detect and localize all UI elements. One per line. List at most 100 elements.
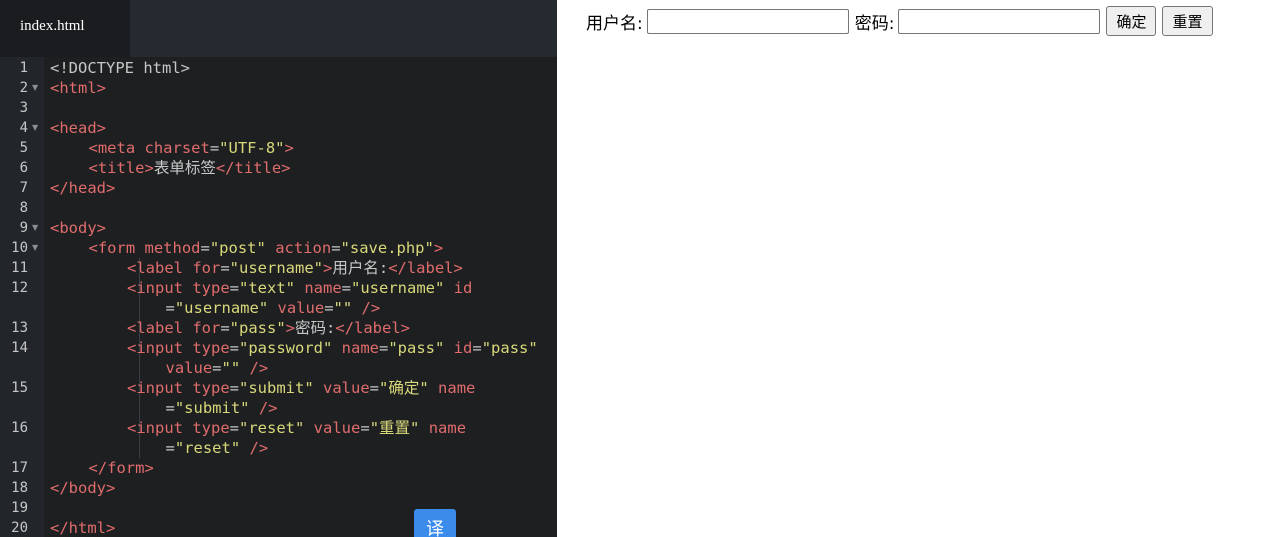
line-number: 19 [11, 500, 28, 516]
tab-index-html[interactable]: index.html [0, 0, 130, 57]
username-label: 用户名: [586, 13, 643, 34]
code-line: 6 <title>表单标签</title> [0, 158, 557, 178]
code-token: id [453, 339, 473, 357]
code-token: > [433, 239, 444, 257]
line-number: 4 [19, 120, 28, 136]
code-token: = [200, 239, 210, 257]
line-number: 1 [19, 60, 28, 76]
code-token: = [229, 379, 239, 397]
code-text: <form method="post" action="save.php"> [89, 238, 444, 258]
code-token: "pass" [481, 339, 538, 357]
code-line: 7 </head> [0, 178, 557, 198]
code-text: <label for="pass">密码:</label> [127, 318, 410, 338]
code-token: charset [144, 139, 210, 157]
code-line: 1 <!DOCTYPE html> [0, 58, 557, 78]
line-number: 8 [19, 200, 28, 216]
code-text: </body> [50, 478, 115, 498]
code-line: 13 <label for="pass">密码:</label> [0, 318, 557, 338]
line-number: 18 [11, 480, 28, 496]
code-token: method [144, 239, 201, 257]
code-token: "post" [209, 239, 266, 257]
code-token: <html> [50, 79, 106, 97]
code-token: action [275, 239, 332, 257]
code-token: </title> [215, 159, 291, 177]
code-token: <!DOCTYPE html> [50, 59, 190, 77]
reset-button[interactable]: 重置 [1162, 6, 1213, 36]
code-text: <html> [50, 78, 106, 98]
code-token: = [324, 299, 334, 317]
code-token: <form [88, 239, 145, 257]
editor-tab-bar: index.html [0, 0, 557, 57]
line-number: 15 [11, 380, 28, 396]
line-number: 2 [19, 80, 28, 96]
translate-button[interactable]: 译 [414, 509, 456, 537]
code-token: </head> [50, 179, 116, 197]
line-number: 6 [19, 160, 28, 176]
code-text: <head> [50, 118, 106, 138]
code-token: </label> [388, 259, 463, 277]
browser-preview: 用户名: 密码: 确定 重置 [557, 0, 1288, 537]
code-token: = [341, 279, 352, 297]
code-line: 2 ▼ <html> [0, 78, 557, 98]
code-token: id [453, 279, 473, 297]
fold-arrow-icon[interactable]: ▼ [32, 118, 40, 138]
code-token: "" [333, 299, 353, 317]
code-token: "确定" [379, 379, 429, 397]
code-token: <label [127, 259, 193, 277]
code-line: 16 <input type="reset" value="重置" name ="r… [0, 418, 557, 458]
code-editor[interactable]: index.html 1 <!DOCTYPE html> 2 ▼ <html> 3 4 ▼ <h… [0, 0, 557, 537]
line-number: 5 [19, 140, 28, 156]
code-token: = [229, 419, 239, 437]
code-line: 10 ▼ <form method="post" action="save.php"… [0, 238, 557, 258]
password-input[interactable] [898, 8, 1101, 34]
code-token: = [209, 139, 220, 157]
code-token: /> [361, 299, 381, 317]
code-text: </head> [50, 178, 115, 198]
code-token: <body> [50, 219, 106, 237]
code-token: > [285, 319, 296, 337]
submit-button[interactable]: 确定 [1106, 6, 1157, 36]
code-token: </html> [50, 519, 116, 537]
username-input[interactable] [646, 8, 849, 34]
code-token: <label [127, 319, 193, 337]
password-label: 密码: [854, 13, 895, 34]
code-token: type [192, 379, 230, 397]
fold-arrow-icon[interactable]: ▼ [32, 218, 40, 238]
code-token: 表单标签 [153, 159, 216, 177]
line-number: 10 [11, 240, 28, 256]
fold-arrow-icon[interactable]: ▼ [32, 78, 40, 98]
code-token: </body> [50, 479, 116, 497]
code-text: ="submit" /> [166, 398, 278, 418]
line-number: 17 [11, 460, 28, 476]
code-token: name [428, 419, 467, 437]
code-text: <!DOCTYPE html> [50, 58, 190, 78]
line-number: 20 [11, 520, 28, 536]
code-token: "submit" [174, 399, 250, 417]
code-text: <input type="password" name="pass" id="p… [127, 338, 538, 358]
code-token: = [472, 339, 482, 357]
line-number: 12 [11, 280, 28, 296]
code-token: "username" [174, 299, 269, 317]
code-token: <input [127, 419, 193, 437]
code-text: value="" /> [166, 358, 269, 378]
code-token: = [229, 279, 239, 297]
code-token: "save.php" [340, 239, 434, 257]
code-token: = [165, 299, 175, 317]
code-line: 3 [0, 98, 557, 118]
line-number: 11 [11, 260, 28, 276]
code-token: 密码: [295, 319, 336, 337]
code-line: 17 </form> [0, 458, 557, 478]
code-token: "" [221, 359, 241, 377]
code-token: "submit" [239, 379, 314, 397]
fold-arrow-icon[interactable]: ▼ [32, 238, 40, 258]
code-area[interactable]: 1 <!DOCTYPE html> 2 ▼ <html> 3 4 ▼ <head> 5 <meta … [0, 57, 557, 537]
code-token: </label> [335, 319, 411, 337]
